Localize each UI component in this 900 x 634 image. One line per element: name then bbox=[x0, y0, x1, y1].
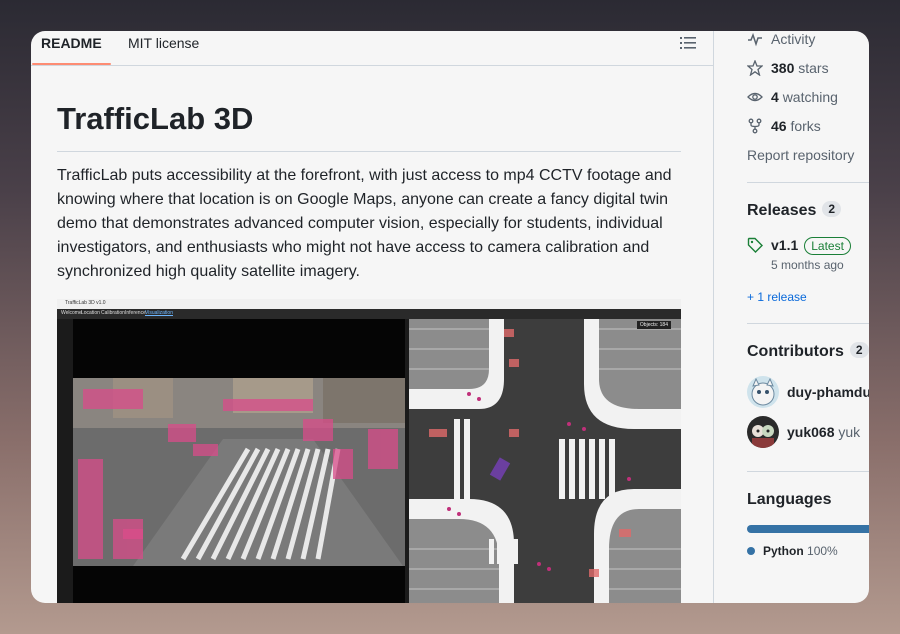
app-menu-item-active: Visualization bbox=[145, 310, 173, 316]
stars-count: 380 bbox=[771, 60, 795, 76]
app-menu-item: Inference bbox=[125, 310, 146, 316]
avatar[interactable] bbox=[747, 416, 779, 448]
cctv-frame bbox=[73, 378, 405, 566]
contributor-login: yuk068 bbox=[787, 424, 835, 440]
avatar[interactable] bbox=[747, 376, 779, 408]
language-item[interactable]: Python 100% bbox=[747, 544, 838, 558]
readme-description: TrafficLab puts accessibility at the for… bbox=[57, 167, 672, 280]
app-window-title: TrafficLab 3D v1.0 bbox=[65, 300, 106, 306]
release-version: v1.1 bbox=[771, 237, 799, 253]
language-bar bbox=[747, 525, 869, 533]
latest-badge: Latest bbox=[804, 237, 851, 255]
cctv-view bbox=[73, 319, 405, 603]
fork-icon bbox=[748, 118, 762, 134]
star-icon bbox=[747, 60, 763, 76]
forks-label: forks bbox=[790, 118, 821, 134]
tab-license[interactable]: MIT license bbox=[128, 35, 199, 51]
releases-title: Releases bbox=[747, 202, 817, 219]
languages-heading: Languages bbox=[747, 491, 832, 508]
satellite-map bbox=[409, 319, 681, 603]
contributor-link[interactable]: duy-phamdu bbox=[787, 384, 869, 400]
language-color-dot bbox=[747, 547, 755, 555]
language-percent: 100% bbox=[807, 544, 838, 558]
app-menu-bar: Welcome Location Calibration Inference V… bbox=[57, 309, 681, 319]
contributors-title: Contributors bbox=[747, 343, 844, 360]
watching-count: 4 bbox=[771, 89, 779, 105]
contributors-count: 2 bbox=[849, 342, 869, 358]
repo-sidebar: Activity 380 stars 4 watching 46 forks R… bbox=[713, 31, 869, 603]
app-menu-item: Location bbox=[81, 310, 100, 316]
contributor-avatar-image bbox=[747, 376, 779, 408]
release-time: 5 months ago bbox=[771, 258, 844, 272]
tab-readme[interactable]: README bbox=[32, 35, 111, 65]
more-releases-link[interactable]: + 1 release bbox=[747, 290, 807, 304]
stars-label: stars bbox=[798, 60, 829, 76]
contributor-login: duy-phamdu bbox=[787, 384, 869, 400]
section-divider bbox=[747, 471, 869, 472]
contributor-avatar-image bbox=[747, 416, 779, 448]
watching-label: watching bbox=[782, 89, 838, 105]
eye-icon bbox=[747, 92, 763, 102]
contributor-name: yuk bbox=[838, 424, 861, 440]
language-name: Python bbox=[763, 544, 804, 558]
app-screenshot-image: TrafficLab 3D v1.0 Welcome Location Cali… bbox=[57, 299, 681, 603]
section-divider bbox=[747, 182, 869, 183]
report-repository-link[interactable]: Report repository bbox=[747, 147, 854, 163]
pulse-icon bbox=[748, 32, 762, 47]
contributors-heading[interactable]: Contributors 2 bbox=[747, 342, 869, 361]
app-menu-item: Calibration bbox=[101, 310, 125, 316]
repo-page-card: README MIT license TrafficLab 3D Traffic… bbox=[31, 31, 869, 603]
readme-tabs: README MIT license bbox=[31, 31, 713, 66]
section-divider bbox=[747, 323, 869, 324]
objects-count-label: Objects: 184 bbox=[636, 321, 671, 329]
activity-label: Activity bbox=[771, 31, 816, 47]
outline-list-icon[interactable] bbox=[680, 36, 696, 50]
releases-heading[interactable]: Releases 2 bbox=[747, 201, 842, 220]
app-menu-item: Welcome bbox=[61, 310, 82, 316]
digital-twin-map: Objects: 184 bbox=[409, 319, 681, 603]
releases-count: 2 bbox=[822, 201, 842, 217]
readme-panel: README MIT license TrafficLab 3D Traffic… bbox=[31, 31, 713, 603]
forks-count: 46 bbox=[771, 118, 787, 134]
tag-icon bbox=[747, 237, 763, 253]
contributor-link[interactable]: yuk068 yuk bbox=[787, 424, 860, 440]
readme-title: TrafficLab 3D bbox=[57, 101, 681, 152]
app-window-titlebar: TrafficLab 3D v1.0 bbox=[57, 299, 681, 309]
